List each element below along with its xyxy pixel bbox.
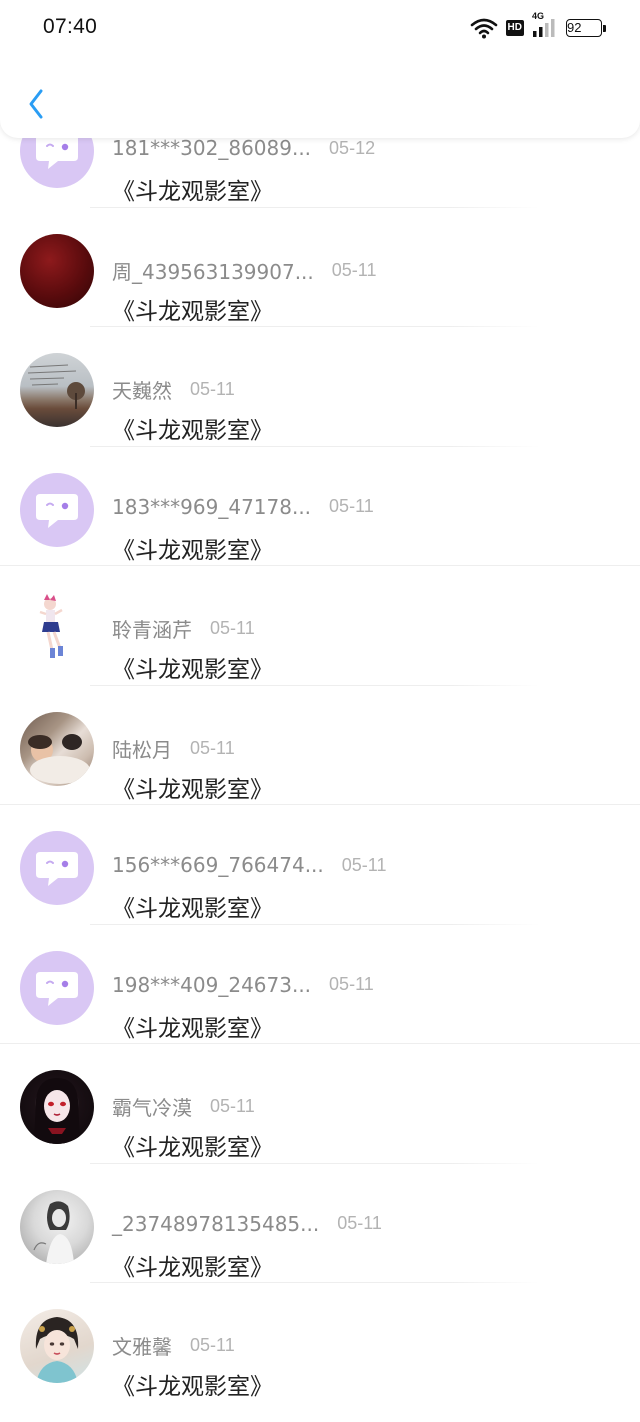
chat-bubble-icon	[36, 971, 78, 1006]
avatar[interactable]	[20, 1189, 94, 1264]
list-item[interactable]: 198***409_24673... 05-11 《斗龙观影室》	[0, 925, 640, 1044]
avatar[interactable]	[20, 1309, 94, 1383]
comment-list: 181***302_86089... 05-12 《斗龙观影室》 周_439563…	[0, 88, 640, 1403]
battery-indicator: 92	[566, 19, 606, 37]
list-item[interactable]: 聆青涵芹 05-11 《斗龙观影室》	[0, 566, 640, 686]
comment-text: 《斗龙观影室》	[112, 418, 273, 444]
user-name[interactable]: _23748978135485...	[112, 1212, 319, 1236]
comment-text: 《斗龙观影室》	[112, 1254, 273, 1281]
user-name[interactable]: 156***669_766474...	[112, 853, 324, 877]
user-name[interactable]: 陆松月	[112, 738, 172, 762]
comment-meta: 陆松月 05-11	[112, 734, 235, 762]
comment-text: 《斗龙观影室》	[112, 298, 273, 325]
comment-date: 05-11	[329, 496, 374, 516]
list-item[interactable]: 陆松月 05-11 《斗龙观影室》	[0, 686, 640, 805]
comment-date: 05-11	[190, 379, 235, 399]
avatar[interactable]	[20, 353, 94, 427]
list-item[interactable]: 周_439563139907... 05-11 《斗龙观影室》	[0, 208, 640, 327]
comment-text: 《斗龙观影室》	[112, 776, 273, 803]
avatar-image	[27, 364, 85, 409]
status-time: 07:40	[43, 15, 98, 38]
comment-text: 《斗龙观影室》	[112, 1135, 273, 1161]
chat-bubble-icon	[36, 493, 78, 528]
comment-date: 05-11	[331, 259, 377, 280]
back-button[interactable]	[18, 84, 54, 124]
hd-badge: HD	[505, 20, 524, 36]
status-bar: 07:40 HD 4G 92	[0, 0, 640, 56]
avatar-image	[33, 1200, 74, 1264]
user-name[interactable]: 聆青涵芹	[112, 618, 192, 642]
user-name[interactable]: 181***302_86089...	[112, 136, 311, 160]
avatar[interactable]	[20, 711, 94, 786]
comment-text: 《斗龙观影室》	[112, 179, 273, 205]
comment-date: 05-12	[329, 137, 376, 158]
comment-meta: 156***669_766474... 05-11	[112, 853, 386, 879]
top-bar: 07:40 HD 4G 92	[0, 0, 640, 138]
avatar-image	[28, 733, 90, 784]
list-item[interactable]: 天巍然 05-11 《斗龙观影室》	[0, 327, 640, 447]
cellular-signal-icon: 4G	[532, 11, 558, 39]
avatar[interactable]	[20, 233, 94, 308]
avatar[interactable]	[20, 831, 94, 905]
comment-meta: 181***302_86089... 05-12	[112, 136, 375, 162]
avatar[interactable]	[20, 950, 94, 1025]
comment-date: 05-11	[337, 1213, 382, 1233]
chevron-left-icon	[29, 89, 43, 119]
comment-meta: 198***409_24673... 05-11	[112, 973, 374, 999]
comment-meta: _23748978135485... 05-11	[112, 1212, 382, 1238]
status-icons: HD 4G 92	[462, 11, 606, 40]
comment-date: 05-11	[210, 618, 255, 638]
avatar[interactable]	[20, 472, 94, 547]
avatar-image	[34, 1078, 80, 1144]
user-name[interactable]: 天巍然	[112, 379, 172, 403]
comment-date: 05-11	[341, 854, 387, 875]
chat-bubble-icon	[36, 852, 78, 886]
user-name[interactable]: 周_439563139907...	[112, 260, 314, 284]
avatar-image	[39, 594, 63, 658]
network-type-label: 4G	[532, 11, 545, 21]
list-item[interactable]: 183***969_47178... 05-11 《斗龙观影室》	[0, 447, 640, 566]
wifi-icon	[470, 17, 498, 39]
user-name[interactable]: 霸气冷漠	[112, 1096, 192, 1120]
comment-date: 05-11	[329, 974, 374, 994]
comment-meta: 文雅馨 05-11	[112, 1331, 235, 1359]
list-item[interactable]: _23748978135485... 05-11 《斗龙观影室》	[0, 1164, 640, 1283]
comment-meta: 霸气冷漠 05-11	[112, 1092, 255, 1120]
list-item[interactable]: 霸气冷漠 05-11 《斗龙观影室》	[0, 1044, 640, 1164]
user-name[interactable]: 183***969_47178...	[112, 495, 311, 519]
comment-text: 《斗龙观影室》	[112, 657, 273, 683]
comment-meta: 183***969_47178... 05-11	[112, 495, 374, 521]
comment-meta: 天巍然 05-11	[112, 375, 235, 403]
comment-date: 05-11	[190, 737, 235, 758]
comment-text: 《斗龙观影室》	[112, 537, 273, 564]
list-item[interactable]: 文雅馨 05-11 《斗龙观影室》	[0, 1283, 640, 1403]
user-name[interactable]: 198***409_24673...	[112, 973, 311, 997]
comment-meta: 聆青涵芹 05-11	[112, 614, 255, 642]
avatar-image	[35, 1317, 79, 1383]
comment-date: 05-11	[210, 1096, 255, 1116]
avatar[interactable]	[20, 1070, 94, 1144]
avatar[interactable]	[20, 592, 94, 666]
list-item[interactable]: 156***669_766474... 05-11 《斗龙观影室》	[0, 805, 640, 925]
comment-text: 《斗龙观影室》	[112, 1374, 273, 1400]
user-name[interactable]: 文雅馨	[112, 1335, 172, 1359]
comment-date: 05-11	[190, 1335, 235, 1355]
comment-meta: 周_439563139907... 05-11	[112, 256, 377, 284]
comment-text: 《斗龙观影室》	[112, 1015, 273, 1042]
comment-text: 《斗龙观影室》	[112, 896, 273, 922]
